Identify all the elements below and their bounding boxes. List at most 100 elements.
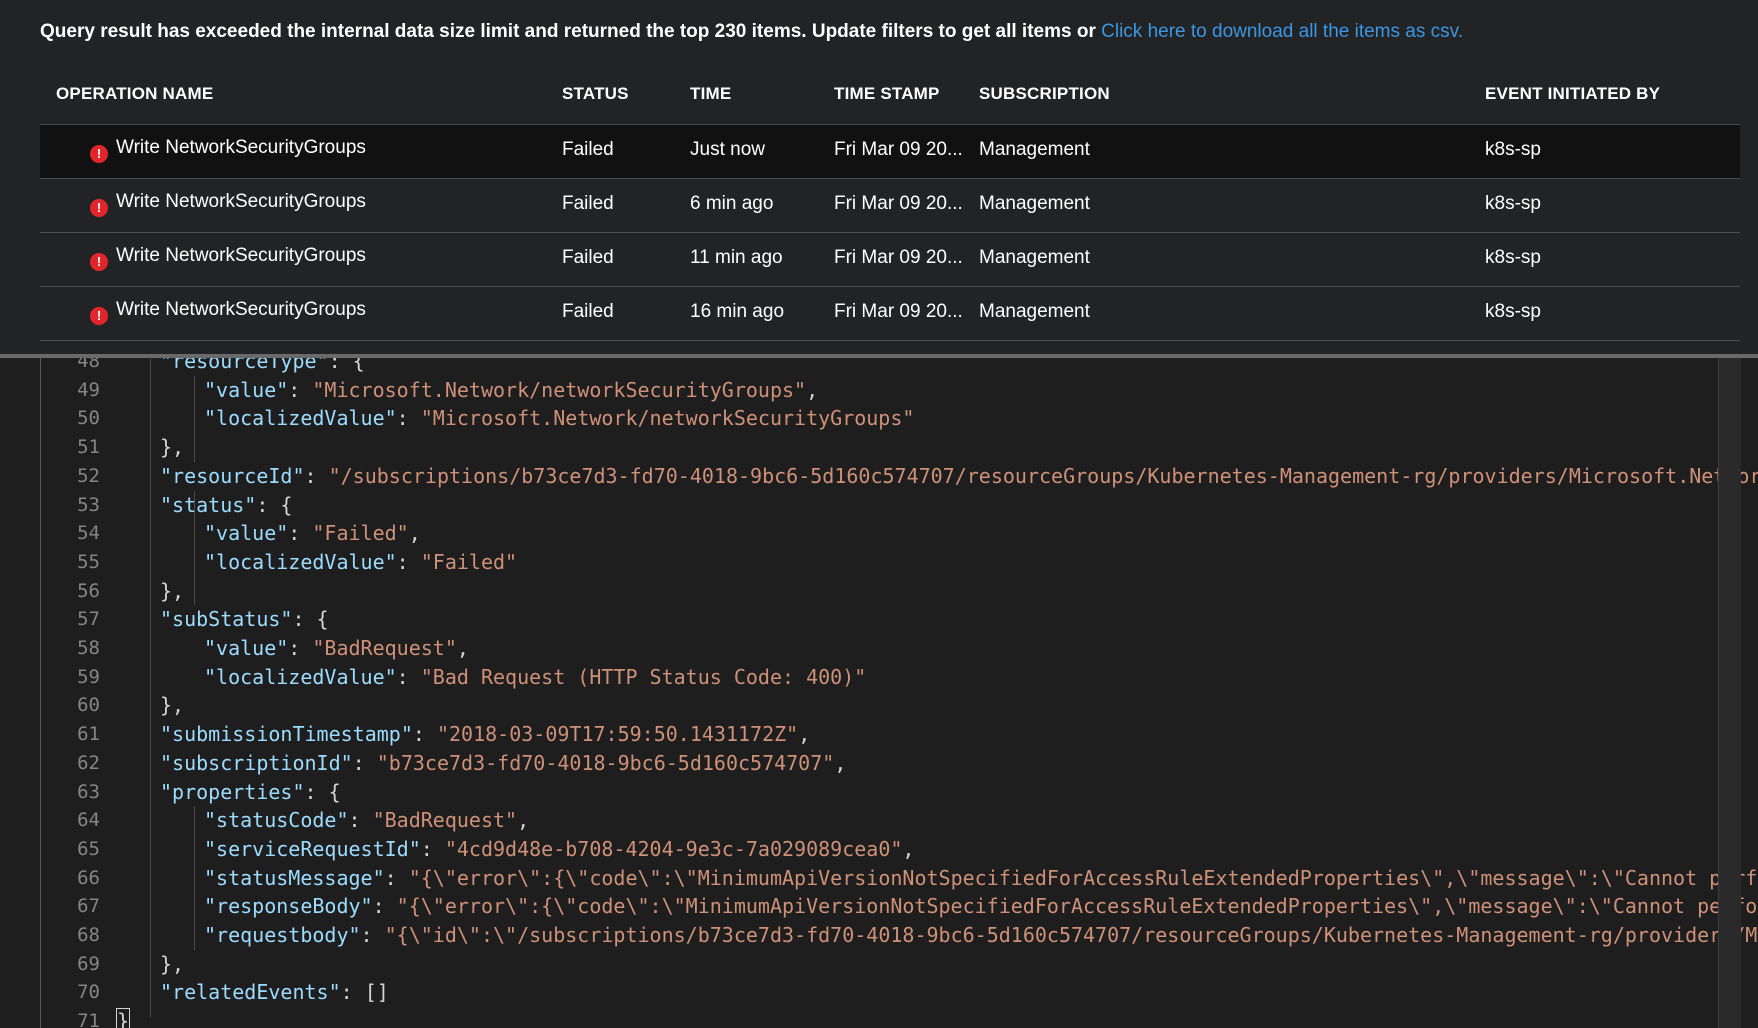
code-line: 60}, xyxy=(0,691,1718,720)
initiated-by-cell: k8s-sp xyxy=(1485,247,1541,268)
line-number: 68 xyxy=(77,924,100,946)
line-number: 58 xyxy=(77,637,100,659)
editor-scrollbar[interactable] xyxy=(1718,358,1741,1028)
json-punctuation: : xyxy=(396,664,421,689)
json-string: "2018-03-09T17:59:50.1431172Z" xyxy=(436,722,799,747)
json-punctuation: : xyxy=(348,808,373,833)
error-icon: ! xyxy=(90,307,108,325)
code-line: 55 "localizedValue": "Failed" xyxy=(0,548,1718,577)
download-csv-link[interactable]: Click here to download all the items as … xyxy=(1101,21,1463,42)
json-punctuation: , xyxy=(902,836,915,861)
code-text: "serviceRequestId": "4cd9d48e-b708-4204-… xyxy=(204,837,914,861)
time-stamp-cell: Fri Mar 09 20... xyxy=(834,139,963,160)
text-cursor: } xyxy=(116,1008,131,1028)
line-number: 63 xyxy=(77,780,100,803)
json-key: "statusCode" xyxy=(204,808,349,833)
time-cell: 6 min ago xyxy=(690,193,774,214)
table-row[interactable]: ! Write NetworkSecurityGroups Failed 11 min… xyxy=(40,233,1740,287)
code-line: 48 "resourceType": { xyxy=(0,358,1718,376)
subscription-cell: Management xyxy=(979,139,1090,160)
notice-message: Query result has exceeded the internal d… xyxy=(40,21,1102,42)
json-punctuation: }, xyxy=(160,578,185,603)
json-string: "4cd9d48e-b708-4204-9e3c-7a029089cea0" xyxy=(444,836,903,861)
code-text: "localizedValue": "Microsoft.Network/net… xyxy=(204,406,914,430)
json-punctuation: , xyxy=(834,750,847,775)
line-number: 54 xyxy=(77,522,100,545)
line-number: 49 xyxy=(77,378,100,401)
column-status[interactable]: STATUS xyxy=(562,84,629,104)
json-punctuation: : xyxy=(304,463,329,488)
json-string: "Microsoft.Network/networkSecurityGroups… xyxy=(312,377,807,402)
time-stamp-cell: Fri Mar 09 20... xyxy=(834,193,963,214)
json-key: "relatedEvents" xyxy=(160,980,341,1005)
error-icon: ! xyxy=(90,253,108,271)
code-line: 59 "localizedValue": "Bad Request (HTTP S… xyxy=(0,663,1718,692)
json-punctuation: : xyxy=(288,636,313,660)
json-punctuation: : { xyxy=(304,779,341,804)
line-number: 64 xyxy=(77,809,100,832)
code-line: 67 "responseBody": "{\"error\":{\"code\":… xyxy=(0,892,1758,921)
code-line: 70 "relatedEvents": [] xyxy=(0,978,1718,1007)
table-row[interactable]: ! Write NetworkSecurityGroups Failed 6 min … xyxy=(40,179,1740,233)
code-text: "statusCode": "BadRequest", xyxy=(204,808,529,832)
json-punctuation: : { xyxy=(292,607,329,632)
code-text: "subStatus": { xyxy=(160,607,329,631)
code-line: 66 "statusMessage": "{\"error\":{\"code\"… xyxy=(0,864,1758,893)
line-number: 53 xyxy=(77,493,100,516)
code-text: "subscriptionId": "b73ce7d3-fd70-4018-9b… xyxy=(160,751,846,775)
json-punctuation: : [] xyxy=(340,980,389,1005)
json-punctuation: : xyxy=(288,377,313,402)
code-line: 58 "value": "BadRequest", xyxy=(0,634,1718,663)
code-line: 51}, xyxy=(0,433,1718,462)
line-number: 50 xyxy=(77,407,100,430)
json-punctuation: , xyxy=(517,808,530,833)
json-key: "value" xyxy=(204,636,289,660)
initiated-by-cell: k8s-sp xyxy=(1485,139,1541,160)
json-key: "resourceType" xyxy=(160,358,329,373)
operation-name-cell: Write NetworkSecurityGroups xyxy=(116,191,366,212)
json-string: "{\"error\":{\"code\":\"MinimumApiVersio… xyxy=(408,865,1758,890)
operation-name-cell: Write NetworkSecurityGroups xyxy=(116,137,366,158)
json-string: "Failed" xyxy=(420,549,518,574)
json-string: "{\"error\":{\"code\":\"MinimumApiVersio… xyxy=(396,894,1758,919)
json-punctuation: : xyxy=(360,923,385,947)
json-key: "statusMessage" xyxy=(204,865,385,890)
time-cell: 11 min ago xyxy=(690,247,783,268)
table-row[interactable]: ! Write NetworkSecurityGroups Failed Just n… xyxy=(40,125,1740,179)
size-limit-notice: Query result has exceeded the internal d… xyxy=(40,21,1463,43)
json-punctuation: : xyxy=(352,750,377,775)
json-punctuation: : xyxy=(412,722,437,747)
code-text: "responseBody": "{\"error\":{\"code\":\"… xyxy=(204,894,1758,918)
code-line: 53 "status": { xyxy=(0,491,1718,520)
line-number: 48 xyxy=(77,358,100,372)
code-text: "relatedEvents": [] xyxy=(160,980,389,1004)
line-number: 67 xyxy=(77,895,100,918)
line-number: 71 xyxy=(77,1010,100,1028)
column-subscription[interactable]: SUBSCRIPTION xyxy=(979,84,1110,104)
code-line: 64 "statusCode": "BadRequest", xyxy=(0,806,1718,835)
time-stamp-cell: Fri Mar 09 20... xyxy=(834,247,963,268)
column-time[interactable]: TIME xyxy=(690,84,731,104)
json-key: "serviceRequestId" xyxy=(204,836,421,861)
json-key: "responseBody" xyxy=(204,894,373,919)
json-key: "subStatus" xyxy=(160,607,293,632)
table-row[interactable]: ! Write NetworkSecurityGroups Failed 16 min… xyxy=(40,287,1740,341)
status-cell: Failed xyxy=(562,193,614,214)
operation-name-cell: Write NetworkSecurityGroups xyxy=(116,299,366,320)
column-operation-name[interactable]: OPERATION NAME xyxy=(56,84,213,104)
column-time-stamp[interactable]: TIME STAMP xyxy=(834,84,940,104)
activity-log-panel: Query result has exceeded the internal d… xyxy=(0,0,1758,354)
line-number: 57 xyxy=(77,608,100,631)
status-cell: Failed xyxy=(562,301,614,322)
column-event-initiated-by[interactable]: EVENT INITIATED BY xyxy=(1485,84,1660,104)
json-punctuation: }, xyxy=(160,435,185,460)
json-string: "Bad Request (HTTP Status Code: 400)" xyxy=(420,664,867,689)
json-detail-editor[interactable]: 48 "resourceType": {49 "value": "Microsoft… xyxy=(0,358,1758,1028)
code-text: }, xyxy=(160,693,184,717)
json-punctuation: : { xyxy=(256,492,293,517)
code-line: 54 "value": "Failed", xyxy=(0,519,1718,548)
json-key: "localizedValue" xyxy=(204,406,397,431)
json-string: "BadRequest" xyxy=(312,636,457,660)
code-line: 49 "value": "Microsoft.Network/networkSec… xyxy=(0,376,1718,405)
json-punctuation: : { xyxy=(328,358,365,373)
